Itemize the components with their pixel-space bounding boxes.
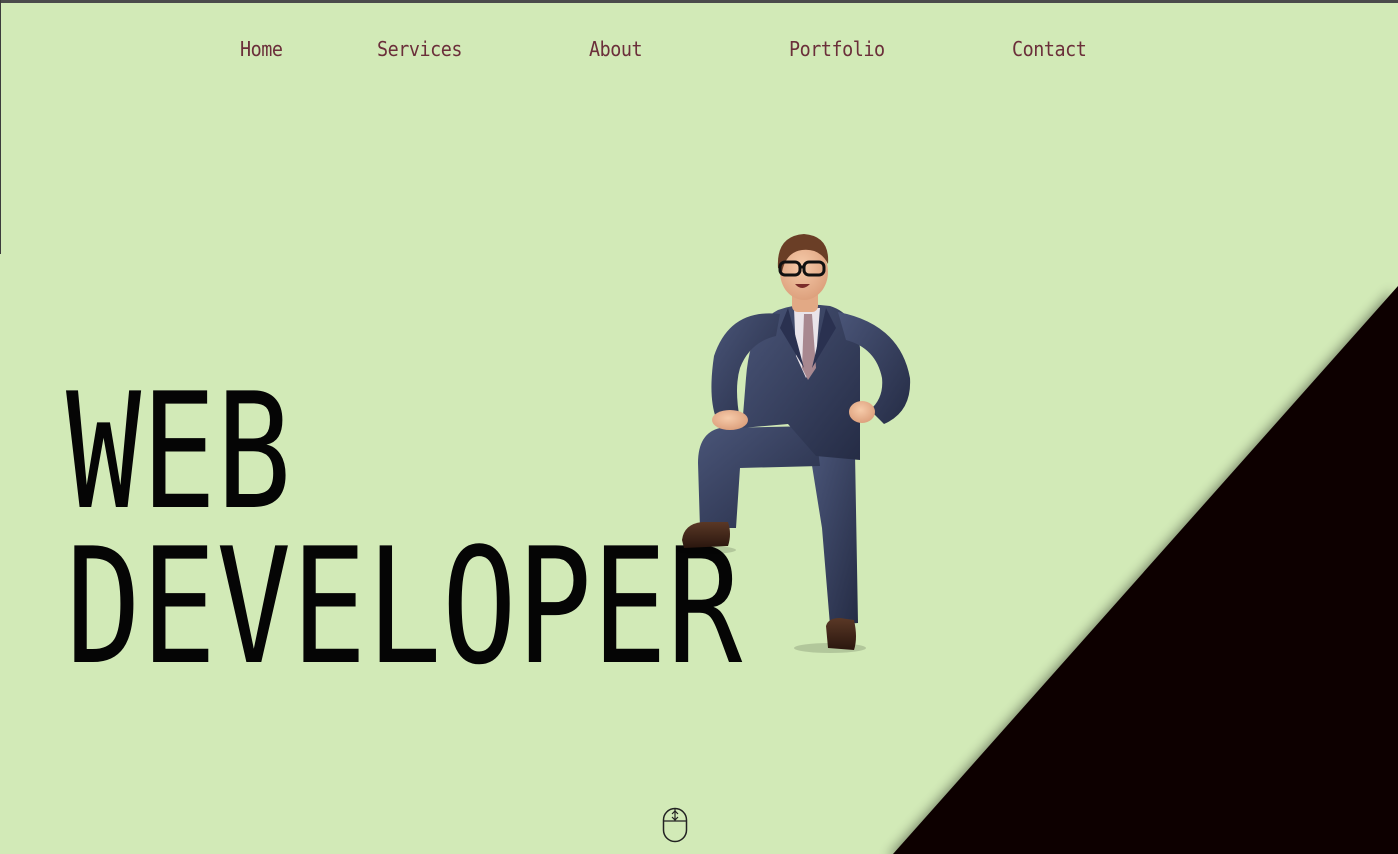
nav-link-portfolio[interactable]: Portfolio — [789, 37, 885, 61]
nav-link-contact[interactable]: Contact — [1012, 37, 1087, 61]
nav-link-about[interactable]: About — [589, 37, 643, 61]
nav-link-services[interactable]: Services — [377, 37, 462, 61]
hero-title-line-developer: DEVELOPER — [66, 513, 743, 700]
hero-title-line-web: WEB — [66, 358, 292, 545]
businessman-character-illustration — [676, 234, 911, 653]
nav-link-home[interactable]: Home — [240, 37, 283, 61]
main-navigation: Home Services About Portfolio Contact — [0, 0, 1398, 100]
mouse-scroll-icon[interactable] — [662, 807, 688, 843]
